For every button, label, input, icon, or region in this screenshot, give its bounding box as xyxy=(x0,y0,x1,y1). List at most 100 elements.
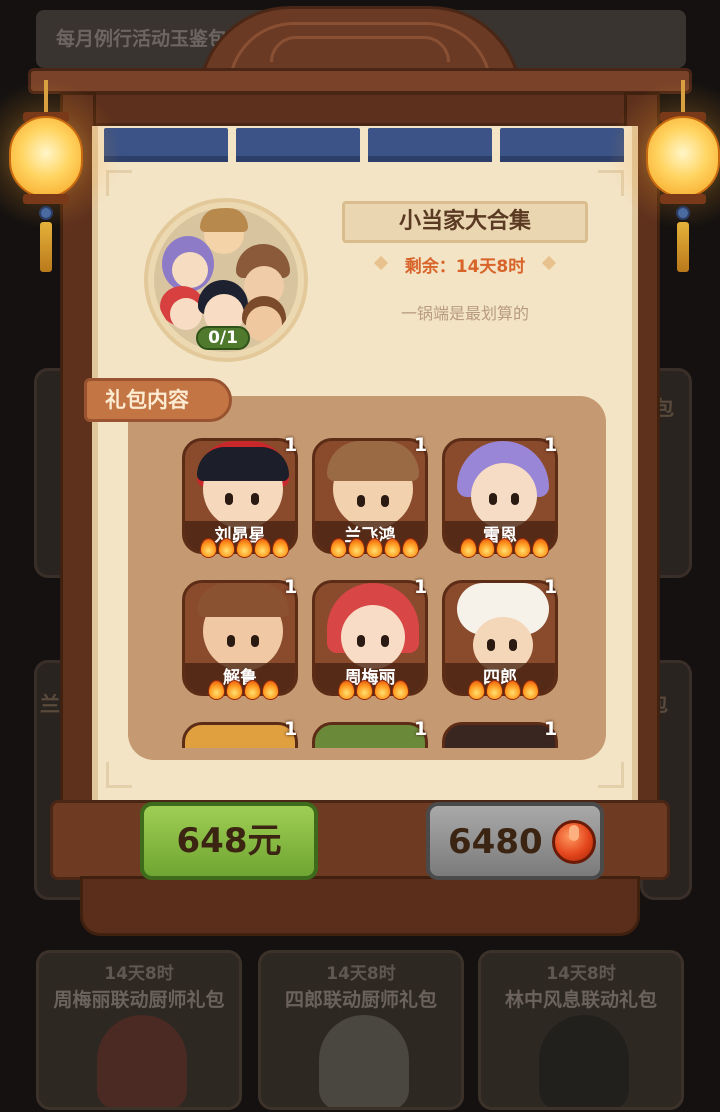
background-pack-name: 四郎联动厨师礼包 xyxy=(284,989,437,1011)
flame-icon xyxy=(208,680,225,700)
flame-icon xyxy=(496,538,513,558)
chef-eye xyxy=(225,493,233,505)
remaining-time: 剩余：14天8时 xyxy=(404,257,526,277)
lantern-bead xyxy=(676,206,690,220)
chibi-hair xyxy=(200,208,248,232)
chef-item[interactable]: 兰飞鸿 1 xyxy=(312,434,430,574)
pack-contents-tab: 礼包内容 xyxy=(84,378,232,422)
flame-icon xyxy=(486,680,503,700)
wave-pattern-strip xyxy=(368,128,492,162)
chef-star-rating xyxy=(460,538,549,560)
chef-portrait-card xyxy=(442,722,558,748)
flame-icon xyxy=(504,680,521,700)
background-header-title: 每月例行活动玉鉴包 xyxy=(56,28,228,50)
cabinet-bottom-base xyxy=(80,876,640,936)
chef-hair xyxy=(197,447,289,481)
background-pack-time: 14天8时 xyxy=(104,964,174,984)
lantern-icon xyxy=(9,116,83,198)
flame-icon xyxy=(460,538,477,558)
chef-portrait-card: 兰飞鸿 xyxy=(312,438,428,554)
corner-ornament xyxy=(598,762,624,788)
chef-face xyxy=(471,463,537,529)
owned-count-badge: 0/1 xyxy=(196,326,250,350)
chef-eye xyxy=(487,639,495,651)
chef-eye xyxy=(381,495,389,507)
flame-icon xyxy=(244,680,261,700)
chef-portrait-card: 四郎 xyxy=(442,580,558,696)
chef-hat xyxy=(327,441,419,481)
lantern-tassel xyxy=(677,222,689,272)
chef-item[interactable]: 雷恩 1 xyxy=(442,434,560,574)
dish-portrait-card xyxy=(182,722,298,748)
background-pack-art xyxy=(97,1015,187,1107)
background-pack-art xyxy=(319,1015,409,1107)
chef-item[interactable]: 1 xyxy=(312,718,430,748)
flame-icon xyxy=(402,538,419,558)
chef-item[interactable]: 解鲁 1 xyxy=(182,576,300,716)
flame-icon xyxy=(254,538,271,558)
chef-eye xyxy=(509,639,517,651)
lantern-bead xyxy=(39,206,53,220)
flame-icon xyxy=(272,538,289,558)
cabinet-top-beam xyxy=(60,92,660,126)
coin-icon xyxy=(552,820,596,864)
dish-portrait-card xyxy=(312,722,428,748)
background-pack-name: 周梅丽联动厨师礼包 xyxy=(53,989,225,1011)
chef-portrait-card: 周梅丽 xyxy=(312,580,428,696)
flame-icon xyxy=(522,680,539,700)
background-pack-time: 14天8时 xyxy=(546,964,616,984)
chef-eye xyxy=(251,493,259,505)
chef-star-rating xyxy=(330,538,419,560)
chef-quantity: 1 xyxy=(414,434,428,456)
chef-quantity: 1 xyxy=(284,434,298,456)
flame-icon xyxy=(356,680,373,700)
chef-face xyxy=(341,605,405,669)
flame-icon xyxy=(348,538,365,558)
chef-item[interactable]: 周梅丽 1 xyxy=(312,576,430,716)
cabinet-top-beam xyxy=(28,68,692,94)
flame-icon xyxy=(374,680,391,700)
chef-eye xyxy=(381,635,389,647)
chef-item[interactable]: 1 xyxy=(442,718,560,748)
wave-pattern-strip xyxy=(236,128,360,162)
corner-ornament xyxy=(106,762,132,788)
buy-with-coins-button[interactable]: 6480 xyxy=(426,802,604,880)
chef-eye xyxy=(357,635,365,647)
background-pack-name: 林中风息联动礼包 xyxy=(504,989,657,1011)
background-pack-card: 14天8时 林中风息联动礼包 xyxy=(478,950,684,1110)
flame-icon xyxy=(468,680,485,700)
background-pack-time: 14天8时 xyxy=(326,964,396,984)
flame-icon xyxy=(330,538,347,558)
flame-icon xyxy=(532,538,549,558)
flame-icon xyxy=(384,538,401,558)
coin-price-label: 6480 xyxy=(448,822,543,862)
flame-icon xyxy=(366,538,383,558)
chef-item[interactable]: 1 xyxy=(182,718,300,748)
pack-slogan: 一锅端是最划算的 xyxy=(400,304,529,323)
lantern-cap xyxy=(660,194,706,204)
chef-eye xyxy=(489,493,497,505)
chef-star-rating xyxy=(338,680,409,702)
chef-grid[interactable]: 刘昴星 1 兰飞鸿 1 雷恩 1 解鲁 1 周梅丽 1 四郎 1 1 1 1 xyxy=(128,430,606,748)
cabinet-arch-carving xyxy=(270,36,450,62)
flame-icon xyxy=(514,538,531,558)
chef-quantity: 1 xyxy=(544,576,558,598)
chef-quantity: 1 xyxy=(414,718,428,740)
chef-star-rating xyxy=(208,680,279,702)
chef-eye xyxy=(357,495,365,507)
flame-icon xyxy=(392,680,409,700)
chef-star-rating xyxy=(200,538,289,560)
flame-icon xyxy=(338,680,355,700)
background-pack-art xyxy=(539,1015,629,1107)
chef-portrait-card: 雷恩 xyxy=(442,438,558,554)
wave-pattern-strip xyxy=(104,128,228,162)
background-pack-card: 14天8时 周梅丽联动厨师礼包 xyxy=(36,950,242,1110)
pack-title: 小当家大合集 xyxy=(342,201,588,243)
flame-icon xyxy=(478,538,495,558)
chef-eye xyxy=(511,493,519,505)
chef-item[interactable]: 四郎 1 xyxy=(442,576,560,716)
buy-with-cash-button[interactable]: 648元 xyxy=(140,802,318,880)
chef-quantity: 1 xyxy=(544,434,558,456)
chef-item[interactable]: 刘昴星 1 xyxy=(182,434,300,574)
chef-hair xyxy=(197,583,289,617)
